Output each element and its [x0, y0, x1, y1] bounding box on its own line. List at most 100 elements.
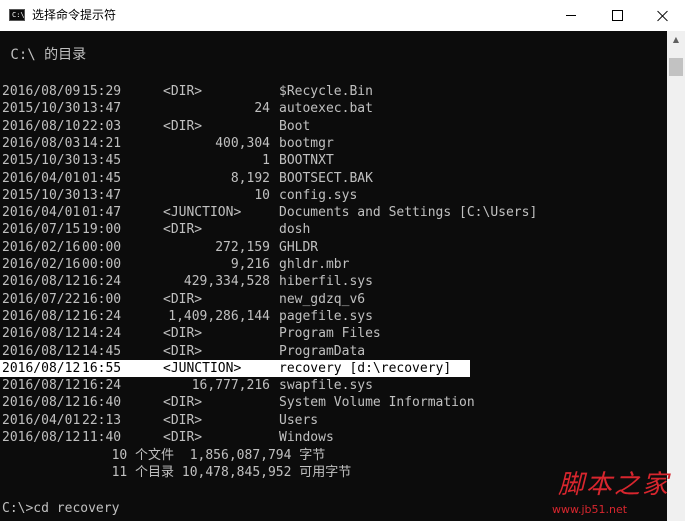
entry-date: 2016/04/01	[2, 205, 81, 221]
listing-row[interactable]: 2016/08/12 16:40 <DIR> System Volume Inform…	[0, 394, 667, 411]
watermark-main: 脚本之家	[558, 470, 671, 500]
entry-time: 16:24	[82, 308, 122, 324]
entry-type: <DIR>	[163, 343, 203, 359]
entry-name: Documents and Settings [C:\Users]	[279, 205, 538, 221]
entry-name: swapfile.sys	[279, 378, 373, 394]
entry-time: 11:40	[82, 430, 122, 445]
entry-size: 8,192	[230, 170, 270, 186]
entry-name: GHLDR	[279, 239, 319, 255]
listing-row[interactable]: 2015/10/30 13:47 10 config.sys	[0, 187, 667, 204]
entry-time: 14:21	[82, 135, 122, 151]
entry-name: BOOTSECT.BAK	[279, 170, 373, 186]
listing-row[interactable]: 2016/02/16 00:00 272,159 GHLDR	[0, 239, 667, 256]
entry-date: 2016/08/10	[2, 118, 81, 134]
entry-time: 16:24	[82, 378, 122, 394]
entry-time: 16:00	[82, 291, 122, 307]
close-button[interactable]	[639, 0, 685, 31]
entry-date: 2016/08/12	[2, 274, 81, 290]
entry-date: 2016/02/16	[2, 239, 81, 255]
maximize-button[interactable]	[594, 0, 640, 31]
listing-row[interactable]: 2016/08/12 16:24 16,777,216 swapfile.sys	[0, 377, 667, 394]
vertical-scrollbar[interactable]: ▲	[667, 31, 685, 521]
entry-time: 22:03	[82, 118, 122, 134]
entry-size: 1,409,286,144	[168, 308, 270, 324]
scrollbar-thumb[interactable]	[669, 58, 683, 76]
entry-date: 2016/08/12	[2, 343, 81, 359]
entry-date: 2016/08/12	[2, 430, 81, 445]
entry-type: <JUNCTION>	[163, 205, 242, 221]
listing-row[interactable]: 2016/08/03 14:21 400,304 bootmgr	[0, 135, 667, 152]
command-prompt-line[interactable]: C:\>cd recovery	[2, 500, 119, 517]
listing-row[interactable]: 2016/08/12 16:24 429,334,528 hiberfil.sys	[0, 273, 667, 290]
listing-row[interactable]: 2016/08/09 15:29 <DIR> $Recycle.Bin	[0, 83, 667, 100]
entry-time: 15:29	[82, 84, 122, 99]
listing-row[interactable]: 2016/04/01 01:47 <JUNCTION> Documents and S…	[0, 204, 667, 221]
entry-date: 2016/08/12	[2, 308, 81, 324]
minimize-button[interactable]	[548, 0, 594, 31]
listing-row[interactable]: 2016/08/12 16:55 <JUNCTION> recovery [d:\re…	[0, 359, 470, 377]
entry-time: 01:45	[82, 170, 122, 186]
entry-type: <DIR>	[163, 395, 203, 411]
entry-type: <DIR>	[163, 430, 203, 445]
entry-time: 13:47	[82, 101, 122, 117]
close-icon	[657, 10, 668, 21]
title-bar[interactable]: C:\ 选择命令提示符	[0, 0, 685, 31]
listing-row[interactable]: 2016/08/10 22:03 <DIR> Boot	[0, 118, 667, 135]
entry-name: pagefile.sys	[279, 308, 373, 324]
summary-dirs: 11 个目录 10,478,845,952 可用字节	[2, 465, 352, 480]
cmd-icon: C:\	[9, 9, 25, 21]
entry-date: 2016/02/16	[2, 257, 81, 272]
entry-date: 2016/08/03	[2, 135, 81, 151]
entry-time: 19:00	[82, 222, 122, 238]
scroll-up-icon[interactable]: ▲	[667, 31, 685, 48]
entry-name: bootmgr	[279, 135, 334, 151]
entry-time: 00:00	[82, 239, 122, 255]
cmd-icon-text: C:\	[12, 11, 25, 19]
listing-row[interactable]: 2016/07/22 16:00 <DIR> new_gdzq_v6	[0, 291, 667, 308]
entry-name: $Recycle.Bin	[279, 84, 373, 99]
entry-date: 2016/08/09	[2, 84, 81, 99]
listing-row[interactable]: 2016/07/15 19:00 <DIR> dosh	[0, 221, 667, 238]
listing-row[interactable]: 2016/02/16 00:00 9,216 ghldr.mbr	[0, 256, 667, 273]
entry-size: 10	[254, 187, 270, 203]
entry-date: 2016/07/22	[2, 291, 81, 307]
entry-type: <DIR>	[163, 222, 203, 238]
entry-date: 2016/08/12	[2, 360, 81, 376]
entry-size: 16,777,216	[191, 378, 270, 394]
entry-time: 16:40	[82, 395, 122, 411]
listing-row[interactable]: 2015/10/30 13:45 1 BOOTNXT	[0, 152, 667, 169]
entry-time: 16:55	[82, 360, 122, 376]
summary-files: 10 个文件 1,856,087,794 字节	[2, 448, 326, 463]
entry-name: Program Files	[279, 326, 381, 342]
directory-heading: C:\ 的目录	[2, 47, 87, 63]
entry-size: 1	[262, 153, 270, 169]
entry-type: <DIR>	[163, 412, 203, 428]
listing-row[interactable]: 2015/10/30 13:47 24 autoexec.bat	[0, 100, 667, 117]
entry-size: 9,216	[230, 257, 270, 272]
entry-date: 2015/10/30	[2, 187, 81, 203]
listing-row[interactable]: 2016/08/12 16:24 1,409,286,144 pagefile.sys	[0, 308, 667, 325]
entry-name: Windows	[279, 430, 334, 445]
listing-row[interactable]: 2016/08/12 14:24 <DIR> Program Files	[0, 325, 667, 342]
entry-time: 14:24	[82, 326, 122, 342]
listing-row[interactable]: 2016/04/01 22:13 <DIR> Users	[0, 412, 667, 429]
entry-type: <DIR>	[163, 118, 203, 134]
entry-name: autoexec.bat	[279, 101, 373, 117]
entry-type: <DIR>	[163, 84, 203, 99]
entry-name: config.sys	[279, 187, 358, 203]
entry-size: 429,334,528	[183, 274, 270, 290]
entry-time: 16:24	[82, 274, 122, 290]
entry-date: 2016/04/01	[2, 170, 81, 186]
entry-time: 13:45	[82, 153, 122, 169]
listing-row[interactable]: 2016/08/12 11:40 <DIR> Windows	[0, 429, 667, 446]
entry-time: 00:00	[82, 257, 122, 272]
entry-name: ProgramData	[279, 343, 366, 359]
console-output[interactable]: C:\ 的目录 2016/08/09 15:29 <DIR> $Recycle.Bin…	[0, 31, 667, 521]
entry-name: Boot	[279, 118, 311, 134]
listing-row[interactable]: 2016/08/12 14:45 <DIR> ProgramData	[0, 343, 667, 360]
entry-time: 01:47	[82, 205, 122, 221]
entry-date: 2016/07/15	[2, 222, 81, 238]
listing-row[interactable]: 2016/04/01 01:45 8,192 BOOTSECT.BAK	[0, 170, 667, 187]
entry-date: 2015/10/30	[2, 101, 81, 117]
watermark-url: www.jb51.net	[552, 503, 628, 516]
